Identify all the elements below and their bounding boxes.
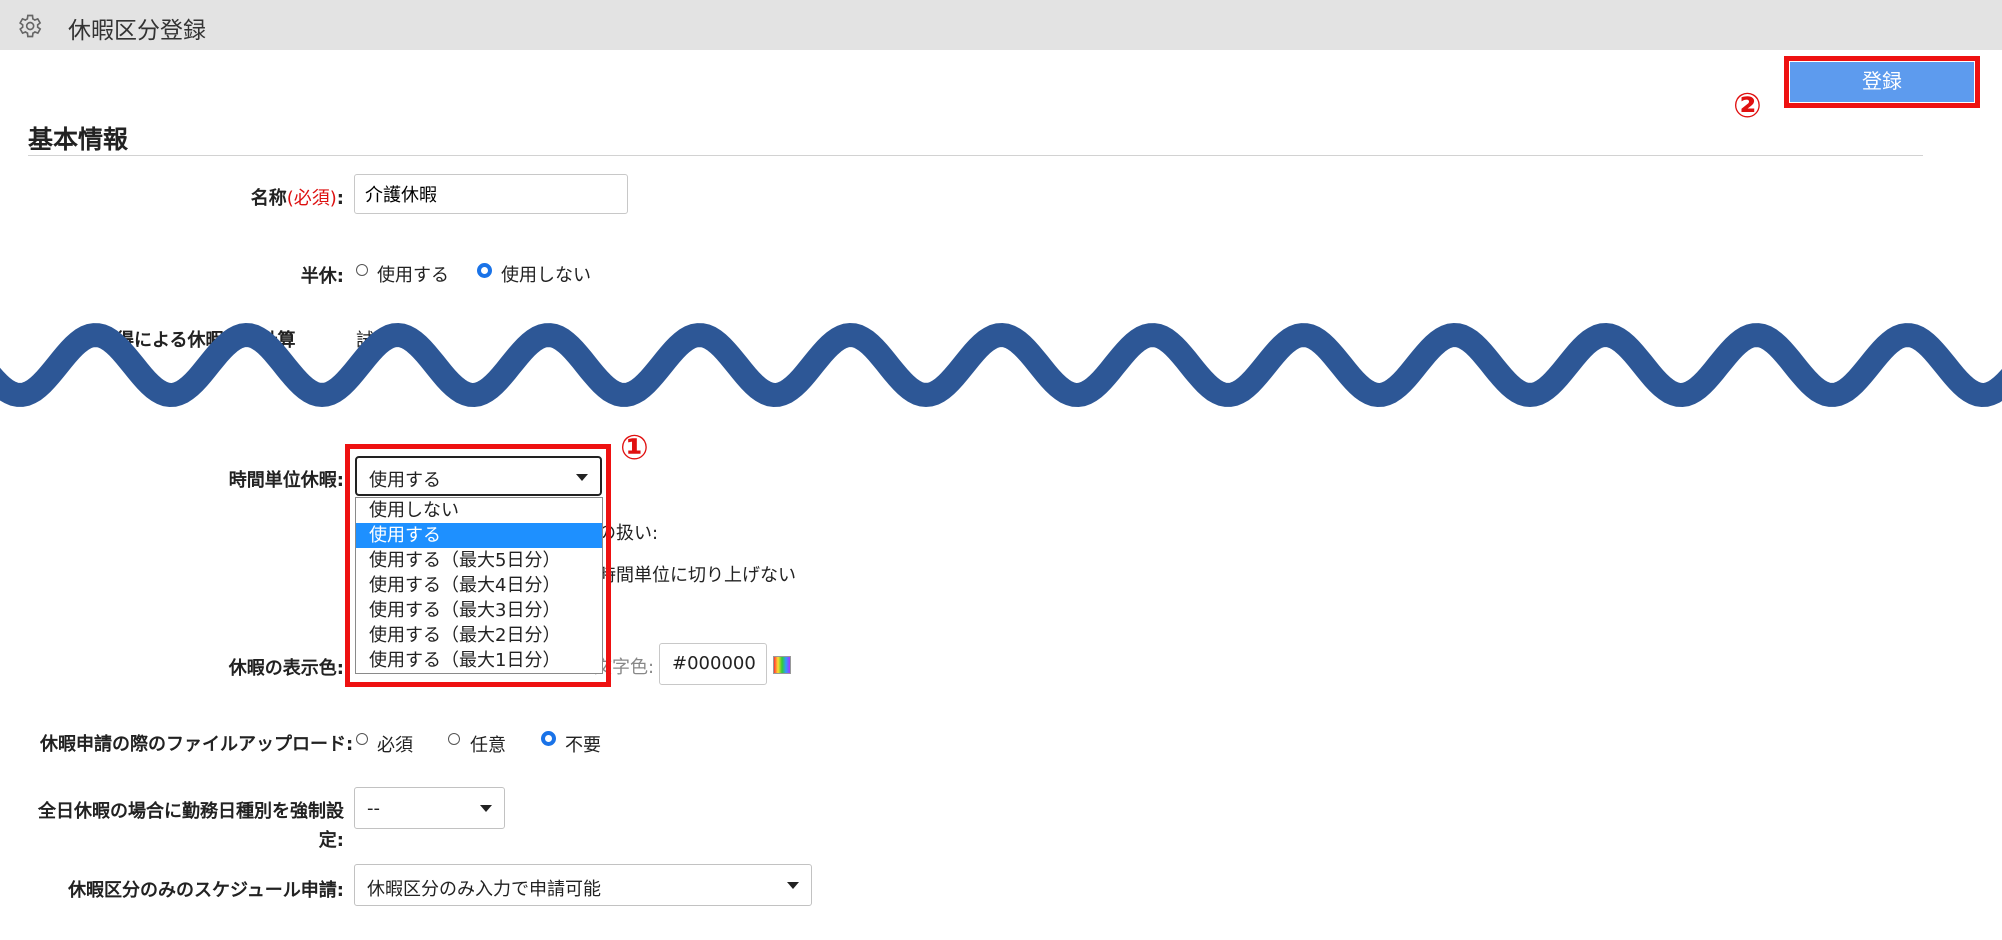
text-color-input[interactable]: #000000 [659,643,767,685]
section-divider [28,155,1923,156]
file-upload-option-none: 不要 [565,735,601,756]
force-workday-label-line1: 全日休暇の場合に勤務日種別を強制設 [38,801,344,822]
name-field[interactable] [354,174,628,214]
title-bar [0,0,2002,50]
chevron-down-icon [480,805,492,812]
schedule-request-value: 休暇区分のみ入力で申請可能 [367,879,601,900]
wavy-break-divider [0,322,2002,408]
half-day-radio-not-use[interactable] [477,263,492,278]
force-workday-value: -- [367,798,380,819]
half-day-option-not-use: 使用しない [501,265,591,286]
step-marker-2: ② [1733,86,1762,126]
register-button[interactable]: 登録 [1790,62,1974,102]
half-day-label: 半休: [300,266,344,287]
schedule-request-label: 休暇区分のみのスケジュール申請: [68,880,344,901]
half-day-option-use: 使用する [377,265,449,286]
color-palette-icon[interactable] [773,656,791,674]
step-marker-1: ① [620,428,649,468]
force-workday-select[interactable]: -- [354,787,505,829]
section-title: 基本情報 [28,125,129,154]
force-workday-label-line2: 定: [318,830,344,851]
hourly-leave-label: 時間単位休暇: [228,470,344,491]
file-upload-label: 休暇申請の際のファイルアップロード: [40,734,354,755]
file-upload-radio-none[interactable] [541,731,556,746]
file-upload-radio-optional[interactable] [448,733,460,745]
chevron-down-icon [787,882,799,889]
schedule-request-select[interactable]: 休暇区分のみ入力で申請可能 [354,864,812,906]
half-day-radio-use[interactable] [356,264,368,276]
dropdown-highlight-frame [345,444,611,687]
page-title: 休暇区分登録 [68,18,206,44]
file-upload-option-required: 必須 [377,735,413,756]
name-label: 名称(必須): [250,188,344,209]
display-color-label: 休暇の表示色: [228,658,344,679]
round-up-option: 時間単位に切り上げない [598,565,796,586]
file-upload-option-optional: 任意 [470,735,506,756]
gear-icon [19,14,42,38]
file-upload-radio-required[interactable] [356,733,368,745]
